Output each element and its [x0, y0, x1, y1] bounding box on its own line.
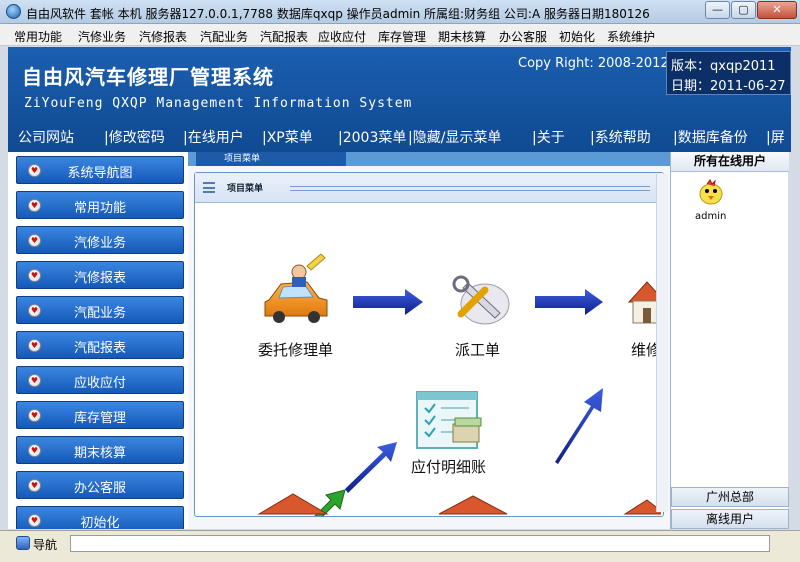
online-user-name[interactable]: admin — [695, 211, 726, 222]
link-database-backup[interactable]: |数据库备份 — [673, 127, 748, 147]
sidebar-item-common[interactable]: ♥ 常用功能 — [16, 191, 184, 219]
sidebar-item-parts-business[interactable]: ♥ 汽配业务 — [16, 296, 184, 324]
menu-item-inventory[interactable]: 库存管理 — [378, 28, 426, 45]
minimize-button[interactable]: — — [705, 1, 730, 19]
link-company-website[interactable]: 公司网站 — [18, 127, 74, 147]
system-title: 自由风汽车修理厂管理系统 — [22, 65, 274, 89]
status-label: 导航 — [33, 538, 58, 552]
ledger-icon[interactable] — [416, 391, 482, 449]
tab-strip: 项目菜单 — [188, 152, 670, 166]
sidebar-item-label: 初始化 — [80, 516, 120, 529]
version-label: 版本：qxqp2011 — [671, 59, 776, 74]
link-xp-menu[interactable]: |XP菜单 — [262, 127, 313, 147]
online-users-panel: 所有在线用户 admin 广州总部 离线用户 — [670, 152, 789, 529]
workflow-canvas: 委托修理单 派工单 维修 应付明细账 — [195, 204, 661, 516]
link-change-password[interactable]: |修改密码 — [104, 127, 165, 147]
arrow-right-1-icon — [353, 289, 423, 315]
chick-avatar-icon[interactable] — [697, 178, 725, 206]
app-icon — [6, 4, 21, 19]
menu-item-office-service[interactable]: 办公客服 — [499, 28, 547, 45]
sidebar-item-label: 办公客服 — [73, 481, 126, 496]
house-bottom-2-icon[interactable] — [438, 495, 508, 515]
menu-item-repair-reports[interactable]: 汽修报表 — [139, 28, 187, 45]
flow-label-payable-ledger[interactable]: 应付明细账 — [411, 456, 486, 477]
sidebar-item-label: 系统导航图 — [67, 166, 133, 181]
panel-header: 项目菜单 — [195, 173, 663, 203]
sidebar-item-label: 汽配报表 — [73, 341, 126, 356]
quick-link-bar: 公司网站 |修改密码 |在线用户 |XP菜单 |2003菜单 |隐藏/显示菜单 … — [8, 125, 791, 147]
sidebar-item-label: 期末核算 — [73, 446, 126, 461]
online-users-header: 所有在线用户 — [671, 152, 789, 172]
sidebar-item-label: 常用功能 — [73, 201, 126, 216]
sidebar-item-receivable-payable[interactable]: ♥ 应收应付 — [16, 366, 184, 394]
tab-project-menu[interactable]: 项目菜单 — [196, 152, 346, 166]
panel-title: 项目菜单 — [227, 184, 264, 194]
arrow-up-right-icon — [555, 388, 603, 464]
menu-item-parts-business[interactable]: 汽配业务 — [200, 28, 248, 45]
date-label: 日期：2011-06-27 — [671, 79, 786, 94]
navigation-icon — [16, 536, 30, 550]
sidebar-item-repair-reports[interactable]: ♥ 汽修报表 — [16, 261, 184, 289]
status-bar: 导航 — [0, 530, 800, 562]
window-title: 自由风软件 套帐 本机 服务器127.0.0.1,7788 数据库qxqp 操作… — [26, 7, 650, 21]
flow-label-repair-order[interactable]: 委托修理单 — [258, 339, 333, 360]
arrow-right-2-icon — [535, 289, 603, 315]
version-box: 版本：qxqp2011 日期：2011-06-27 — [666, 51, 791, 95]
link-screen[interactable]: |屏 — [766, 127, 785, 147]
menu-item-receivable-payable[interactable]: 应收应付 — [318, 28, 366, 45]
menu-item-system-maintenance[interactable]: 系统维护 — [607, 28, 655, 45]
group-guangzhou-bar[interactable]: 广州总部 — [671, 487, 789, 507]
menu-item-parts-reports[interactable]: 汽配报表 — [260, 28, 308, 45]
sidebar-item-label: 汽修报表 — [73, 271, 126, 286]
sidebar-item-label: 汽修业务 — [73, 236, 126, 251]
sidebar-item-label: 汽配业务 — [73, 306, 126, 321]
link-about[interactable]: |关于 — [532, 127, 565, 147]
offline-users-bar[interactable]: 离线用户 — [671, 509, 789, 529]
sidebar-nav: ♥ 系统导航图 ♥ 常用功能 ♥ 汽修业务 ♥ 汽修报表 ♥ 汽配业务 ♥ 汽配报表 ♥ 应收… — [8, 152, 188, 529]
wrench-dispatch-icon[interactable] — [452, 275, 510, 325]
sidebar-item-label: 应收应付 — [73, 376, 126, 391]
house-bottom-1-icon[interactable] — [257, 493, 329, 515]
sidebar-item-period-end[interactable]: ♥ 期末核算 — [16, 436, 184, 464]
menu-item-period-end[interactable]: 期末核算 — [438, 28, 486, 45]
sidebar-item-navigation-map[interactable]: ♥ 系统导航图 — [16, 156, 184, 184]
sidebar-item-initialize[interactable]: ♥ 初始化 — [16, 506, 184, 529]
menu-bar: 常用功能 汽修业务 汽修报表 汽配业务 汽配报表 应收应付 库存管理 期末核算 … — [0, 24, 800, 46]
car-repair-icon[interactable] — [264, 253, 328, 323]
menu-lines-icon — [203, 182, 215, 193]
sidebar-item-label: 库存管理 — [73, 411, 126, 426]
panel-divider — [290, 186, 650, 191]
maximize-button[interactable]: ▢ — [731, 1, 756, 19]
app-banner: 自由风汽车修理厂管理系统 ZiYouFeng QXQP Management I… — [8, 47, 791, 152]
project-menu-panel: 项目菜单 委托修理单 派工单 维修 应付明细账 — [194, 172, 664, 517]
sidebar-item-parts-reports[interactable]: ♥ 汽配报表 — [16, 331, 184, 359]
sidebar-item-office-service[interactable]: ♥ 办公客服 — [16, 471, 184, 499]
link-system-help[interactable]: |系统帮助 — [590, 127, 651, 147]
menu-item-initialize[interactable]: 初始化 — [559, 28, 595, 45]
flow-label-dispatch[interactable]: 派工单 — [455, 339, 500, 360]
menu-item-common[interactable]: 常用功能 — [14, 28, 62, 45]
link-2003-menu[interactable]: |2003菜单 — [338, 127, 406, 147]
sidebar-item-inventory[interactable]: ♥ 库存管理 — [16, 401, 184, 429]
main-content: 项目菜单 项目菜单 委托修理单 派工单 维修 应付明细账 — [188, 152, 670, 529]
arrow-up-left-icon — [345, 442, 397, 493]
link-toggle-menu[interactable]: |隐藏/显示菜单 — [408, 127, 501, 147]
status-field — [70, 535, 770, 552]
menu-item-repair-business[interactable]: 汽修业务 — [78, 28, 126, 45]
sidebar-item-repair-business[interactable]: ♥ 汽修业务 — [16, 226, 184, 254]
window-title-bar: 自由风软件 套帐 本机 服务器127.0.0.1,7788 数据库qxqp 操作… — [0, 0, 800, 24]
copyright-text: Copy Right: 2008-2012 — [518, 56, 669, 71]
system-subtitle: ZiYouFeng QXQP Management Information Sy… — [24, 96, 413, 111]
link-online-users[interactable]: |在线用户 — [183, 127, 244, 147]
close-button[interactable]: ✕ — [757, 1, 797, 19]
vertical-scrollbar[interactable] — [656, 174, 668, 512]
